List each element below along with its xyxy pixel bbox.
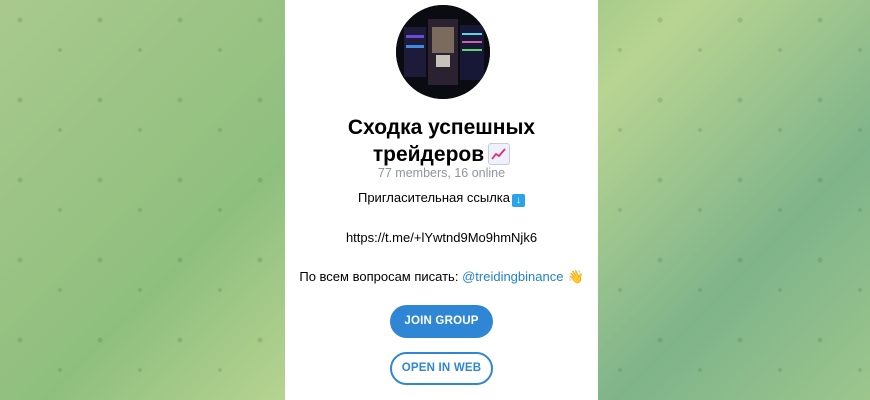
mention-link[interactable]: @treidingbinance [462,269,563,284]
join-group-button[interactable]: JOIN GROUP [390,305,493,338]
down-arrow-icon: ↓ [512,194,526,207]
contact-prefix: По всем вопросам писать: [299,269,459,284]
group-title-line2: трейдеров [372,143,485,166]
waving-hand-icon: 👋 [567,269,584,284]
chart-increasing-icon [488,143,511,165]
group-avatar [396,5,490,99]
invite-text: Пригласительная ссылка [357,190,511,205]
group-preview-card: Сходка успешных трейдеров 77 members, 16… [285,0,598,400]
group-title: Сходка успешных трейдеров [285,114,598,168]
description-invite-line: Пригласительная ссылка ↓ [285,190,598,207]
members-count: 77 members, 16 online [377,166,506,180]
contact-line: По всем вопросам писать: @treidingbinanc… [285,269,598,285]
invite-link[interactable]: https://t.me/+lYwtnd9Mo9hmNjk6 [285,230,598,245]
group-title-line1: Сходка успешных [347,116,536,139]
open-in-web-button[interactable]: OPEN IN WEB [390,352,493,385]
